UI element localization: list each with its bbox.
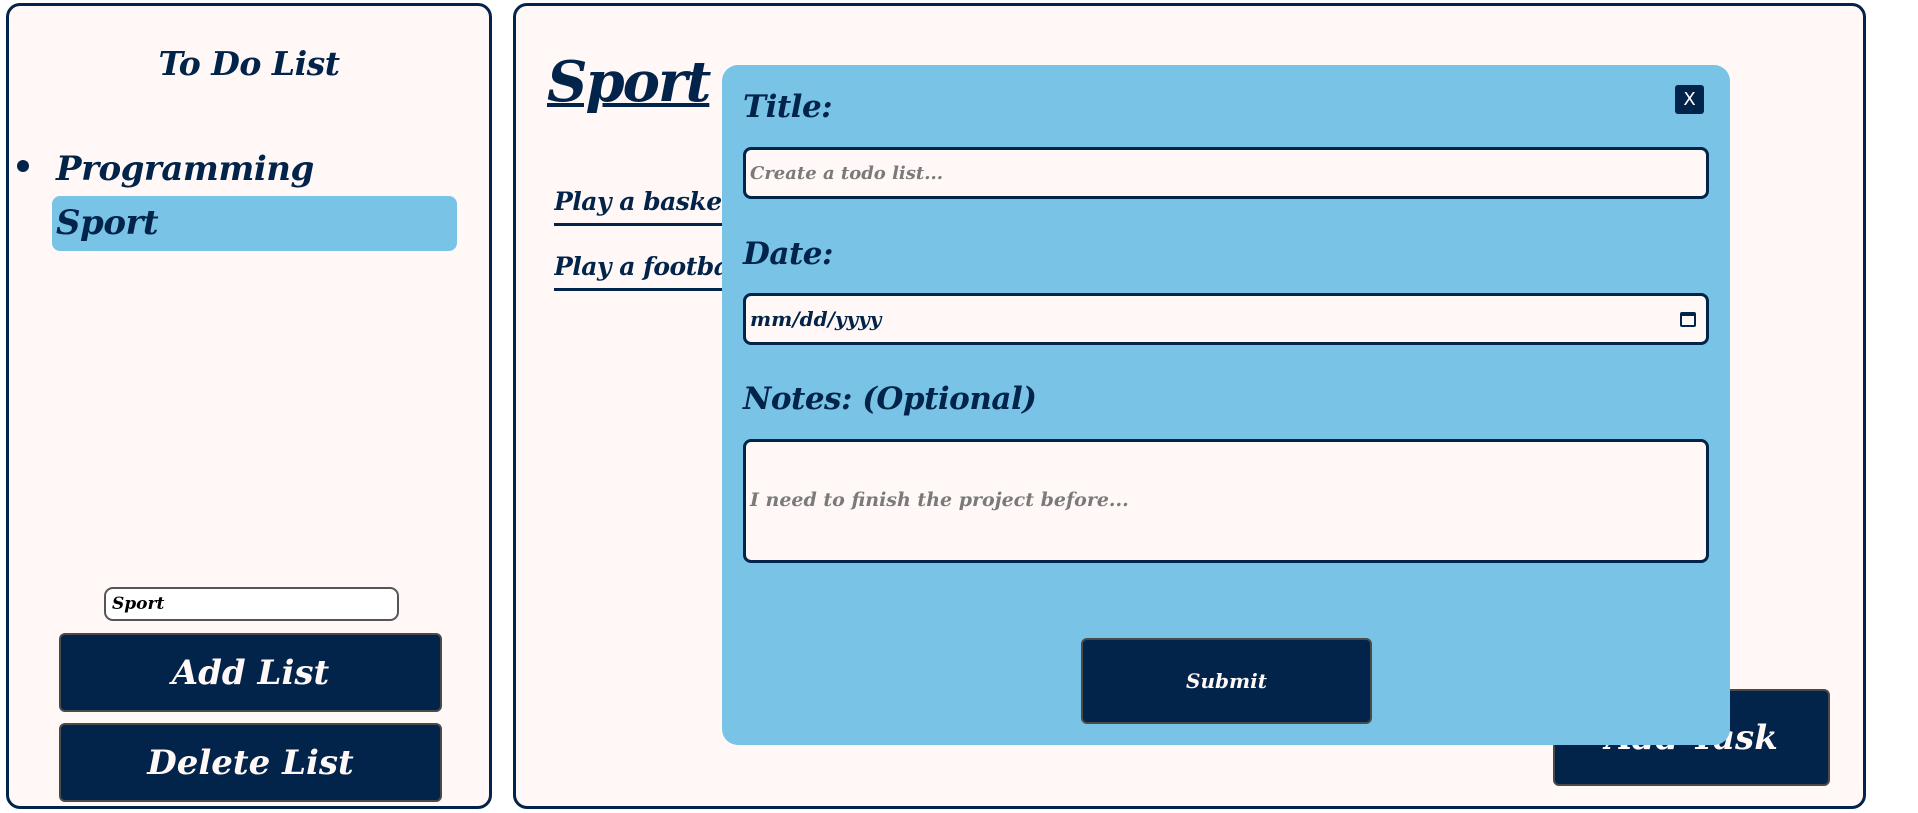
title-input[interactable] xyxy=(743,147,1709,199)
new-list-input[interactable] xyxy=(104,587,399,621)
title-label: Title: xyxy=(743,89,833,125)
sidebar: To Do List Programming Sport Add List De… xyxy=(6,3,492,809)
calendar-icon[interactable] xyxy=(1680,311,1696,327)
sidebar-item-sport[interactable]: Sport xyxy=(52,196,457,251)
list-bullet-icon xyxy=(17,160,29,172)
date-placeholder: mm/dd/yyyy xyxy=(750,307,882,331)
date-input[interactable]: mm/dd/yyyy xyxy=(743,293,1709,345)
notes-textarea[interactable] xyxy=(743,439,1709,563)
list-title: Sport xyxy=(547,49,711,115)
sidebar-title: To Do List xyxy=(158,44,340,83)
date-label: Date: xyxy=(743,236,833,272)
delete-list-button[interactable]: Delete List xyxy=(59,723,442,802)
notes-label: Notes: (Optional) xyxy=(743,381,1037,417)
close-button[interactable]: X xyxy=(1675,85,1704,114)
submit-button[interactable]: Submit xyxy=(1081,638,1372,724)
add-task-modal: X Title: Date: mm/dd/yyyy Notes: (Option… xyxy=(722,65,1730,745)
add-list-button[interactable]: Add List xyxy=(59,633,442,712)
sidebar-item-programming[interactable]: Programming xyxy=(52,142,457,197)
